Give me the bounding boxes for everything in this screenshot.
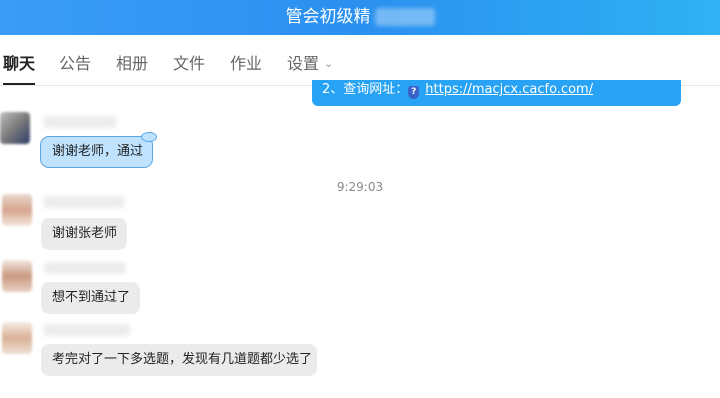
window-title: 管会初级精 [285,7,371,27]
sender-name-redacted [44,196,124,208]
tab-announcement[interactable]: 公告 [59,35,91,85]
notice-message: 2、查询网址：? https://macjcx.cacfo.com/ [312,80,681,106]
notice-link[interactable]: https://macjcx.cacfo.com/ [425,82,593,97]
tab-settings-label: 设置 [287,54,320,73]
message-text: 考完对了一下多选题，发现有几道题都少选了 [52,352,313,367]
tab-homework[interactable]: 作业 [230,35,262,85]
sender-name-redacted [44,324,130,336]
tab-album[interactable]: 相册 [116,35,148,85]
message-text: 谢谢张老师 [52,226,118,241]
message-bubble: 谢谢张老师 [41,218,127,250]
tab-bar: 聊天 公告 相册 文件 作业 设置 ⌄ [0,35,720,86]
sender-name-redacted [44,116,116,128]
sender-name-redacted [44,262,126,274]
avatar[interactable] [2,194,32,226]
message-text: 想不到通过了 [52,290,131,305]
tab-settings[interactable]: 设置 ⌄ [287,35,333,85]
avatar[interactable] [0,112,30,144]
message-text: 谢谢老师，通过 [52,144,144,159]
window-title-bar: 管会初级精 [0,0,720,35]
notice-prefix: 2、查询网址： [322,82,409,97]
timestamp: 9:29:03 [336,180,384,194]
tab-chat[interactable]: 聊天 [3,35,36,85]
chevron-down-icon: ⌄ [324,57,334,70]
message-bubble: 想不到通过了 [41,282,140,314]
tab-files[interactable]: 文件 [173,35,205,85]
title-redacted [374,8,435,26]
bubble-decoration [141,132,157,142]
message-bubble: 谢谢老师，通过 [40,132,157,168]
shield-icon: ? [408,86,420,99]
avatar[interactable] [2,260,32,292]
message-bubble: 考完对了一下多选题，发现有几道题都少选了 [41,344,317,376]
avatar[interactable] [2,322,32,354]
